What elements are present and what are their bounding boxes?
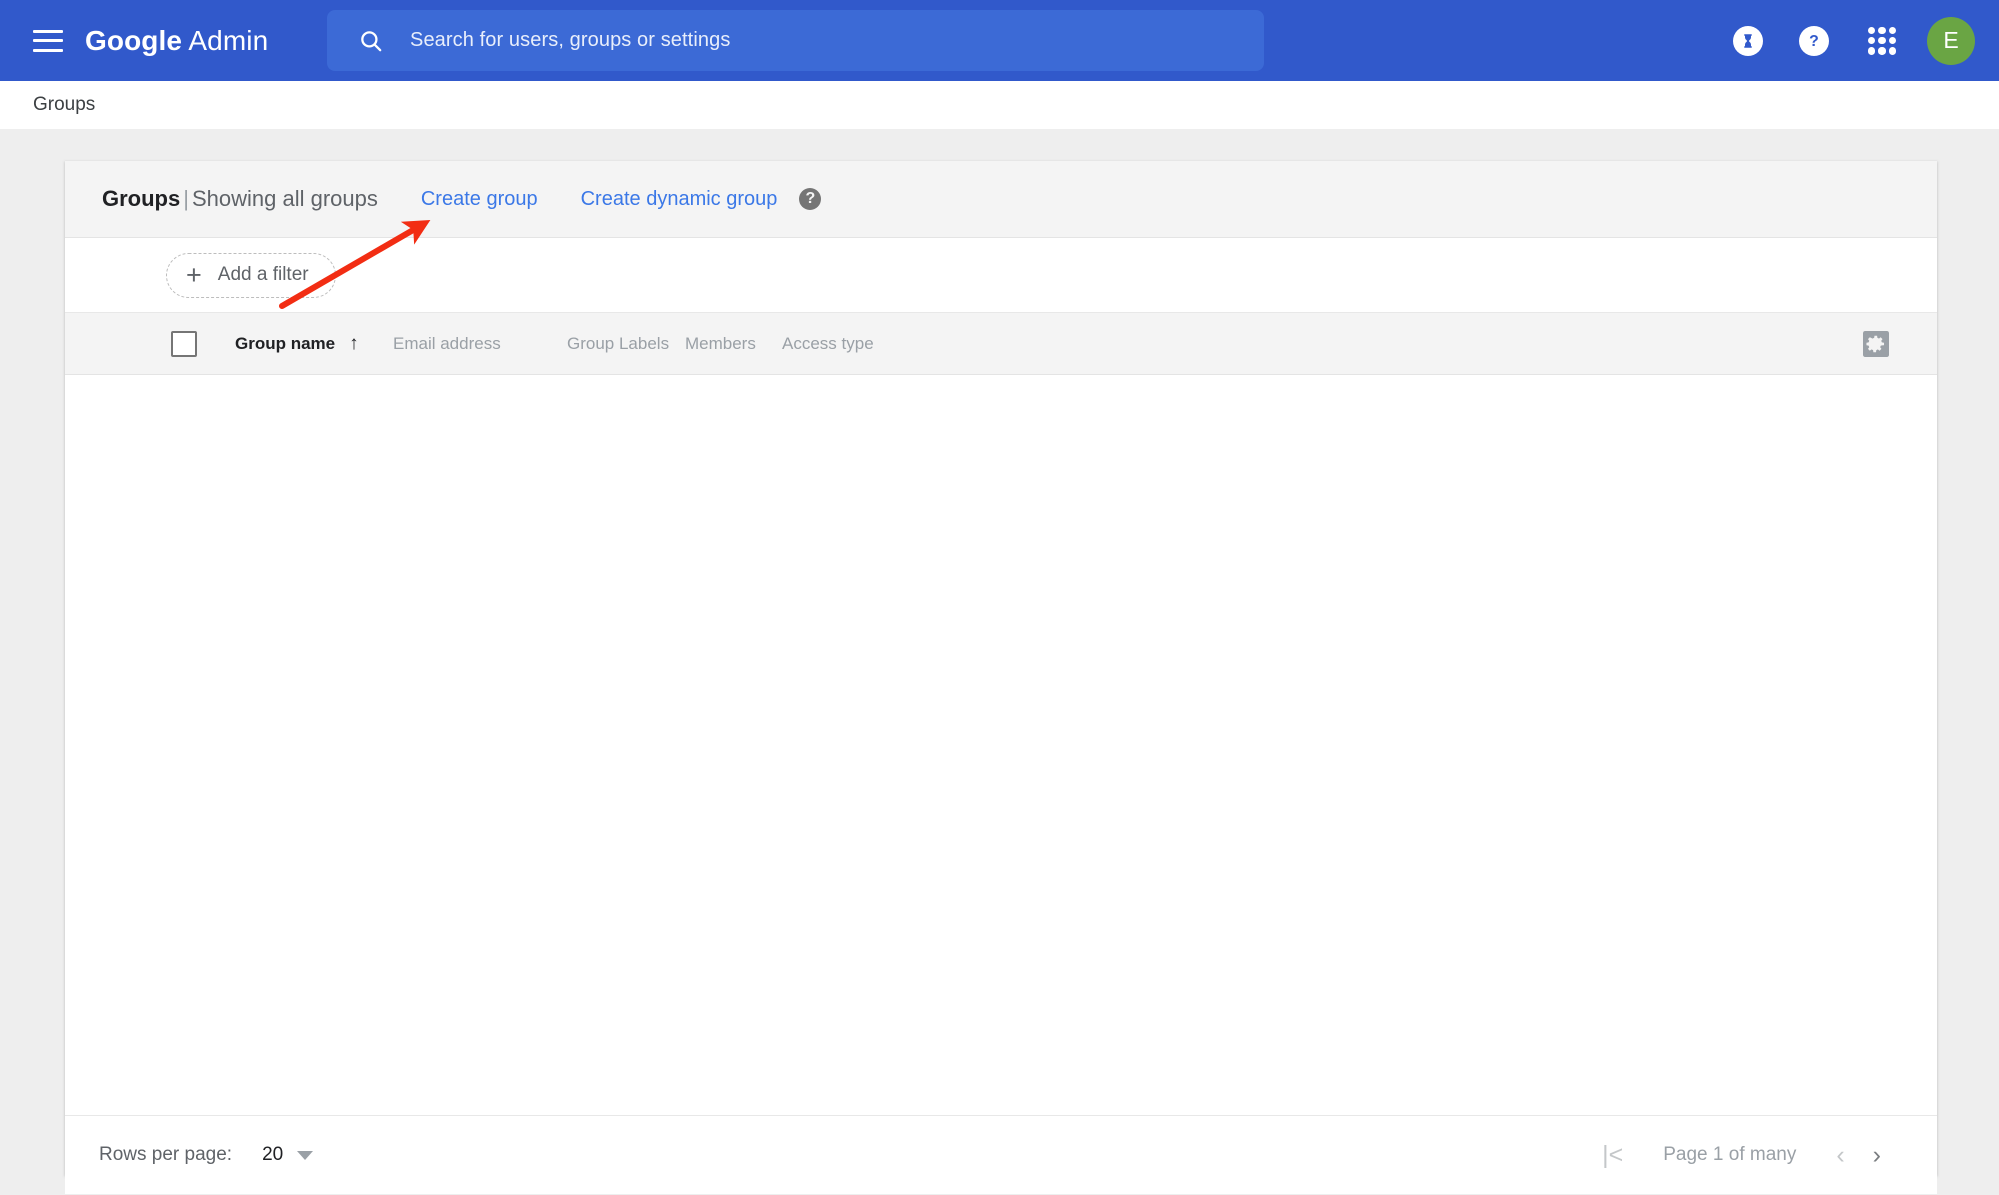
brand-google: Google [85,24,183,56]
column-header-access-type[interactable]: Access type [782,334,874,354]
card-header: Groups | Showing all groups Create group C… [65,161,1937,238]
first-page-button[interactable]: |< [1588,1142,1637,1168]
apps-grid-icon[interactable] [1865,24,1899,58]
brand-logo[interactable]: Google Admin [85,25,268,57]
rows-per-page-label: Rows per page: [99,1144,233,1165]
sort-ascending-icon: ↑ [349,332,359,354]
top-app-bar: Google Admin Search for users, groups or… [0,0,1999,81]
avatar[interactable]: E [1927,16,1975,65]
hourglass-icon[interactable] [1733,25,1763,56]
gear-icon[interactable] [1863,330,1889,357]
create-dynamic-group-link[interactable]: Create dynamic group [581,188,778,211]
page-title: Groups | Showing all groups [102,186,378,212]
add-filter-label: Add a filter [217,264,309,285]
search-input[interactable]: Search for users, groups or settings [327,10,1264,71]
pagination-controls: |< Page 1 of many ‹ › [1588,1142,1895,1168]
table-header-row: Group name ↑ Email address Group Labels M… [65,313,1937,375]
previous-page-button[interactable]: ‹ [1822,1142,1858,1168]
groups-card: Groups | Showing all groups Create group C… [65,161,1937,1194]
avatar-initial: E [1943,27,1959,53]
create-group-link[interactable]: Create group [421,188,538,211]
brand-admin: Admin [182,24,269,56]
question-mark-glyph: ? [1809,33,1819,50]
page-title-main: Groups [102,186,181,211]
hourglass-glyph [1744,33,1752,48]
add-filter-button[interactable]: + Add a filter [166,252,336,298]
pagination-footer: Rows per page: 20 |< Page 1 of many ‹ › [65,1116,1937,1194]
column-header-group-name-label: Group name [235,333,336,353]
breadcrumb-item-groups[interactable]: Groups [33,94,95,116]
rows-per-page-value[interactable]: 20 [262,1144,283,1166]
filter-row: + Add a filter [65,238,1937,313]
select-all-checkbox[interactable] [171,330,197,357]
svg-text:?: ? [1809,33,1819,50]
page-title-separator: | [183,186,189,211]
column-header-email-address[interactable]: Email address [393,334,501,354]
page-title-subtitle: Showing all groups [191,186,378,211]
next-page-button[interactable]: › [1859,1142,1895,1168]
plus-icon: + [186,259,202,290]
column-header-group-labels[interactable]: Group Labels [567,334,669,354]
chevron-down-icon[interactable] [297,1150,314,1160]
app-bar-actions: ? E [1733,0,1999,81]
help-question-icon[interactable]: ? [799,188,822,210]
column-header-members[interactable]: Members [685,334,756,354]
search-icon [361,30,382,51]
help-icon[interactable]: ? [1799,25,1829,56]
hamburger-menu-icon[interactable] [33,29,63,52]
search-placeholder-text: Search for users, groups or settings [410,29,731,51]
breadcrumb: Groups [0,81,1999,129]
table-body-empty [65,375,1937,1116]
page-info-label: Page 1 of many [1663,1144,1797,1165]
column-header-group-name[interactable]: Group name ↑ [235,333,359,355]
